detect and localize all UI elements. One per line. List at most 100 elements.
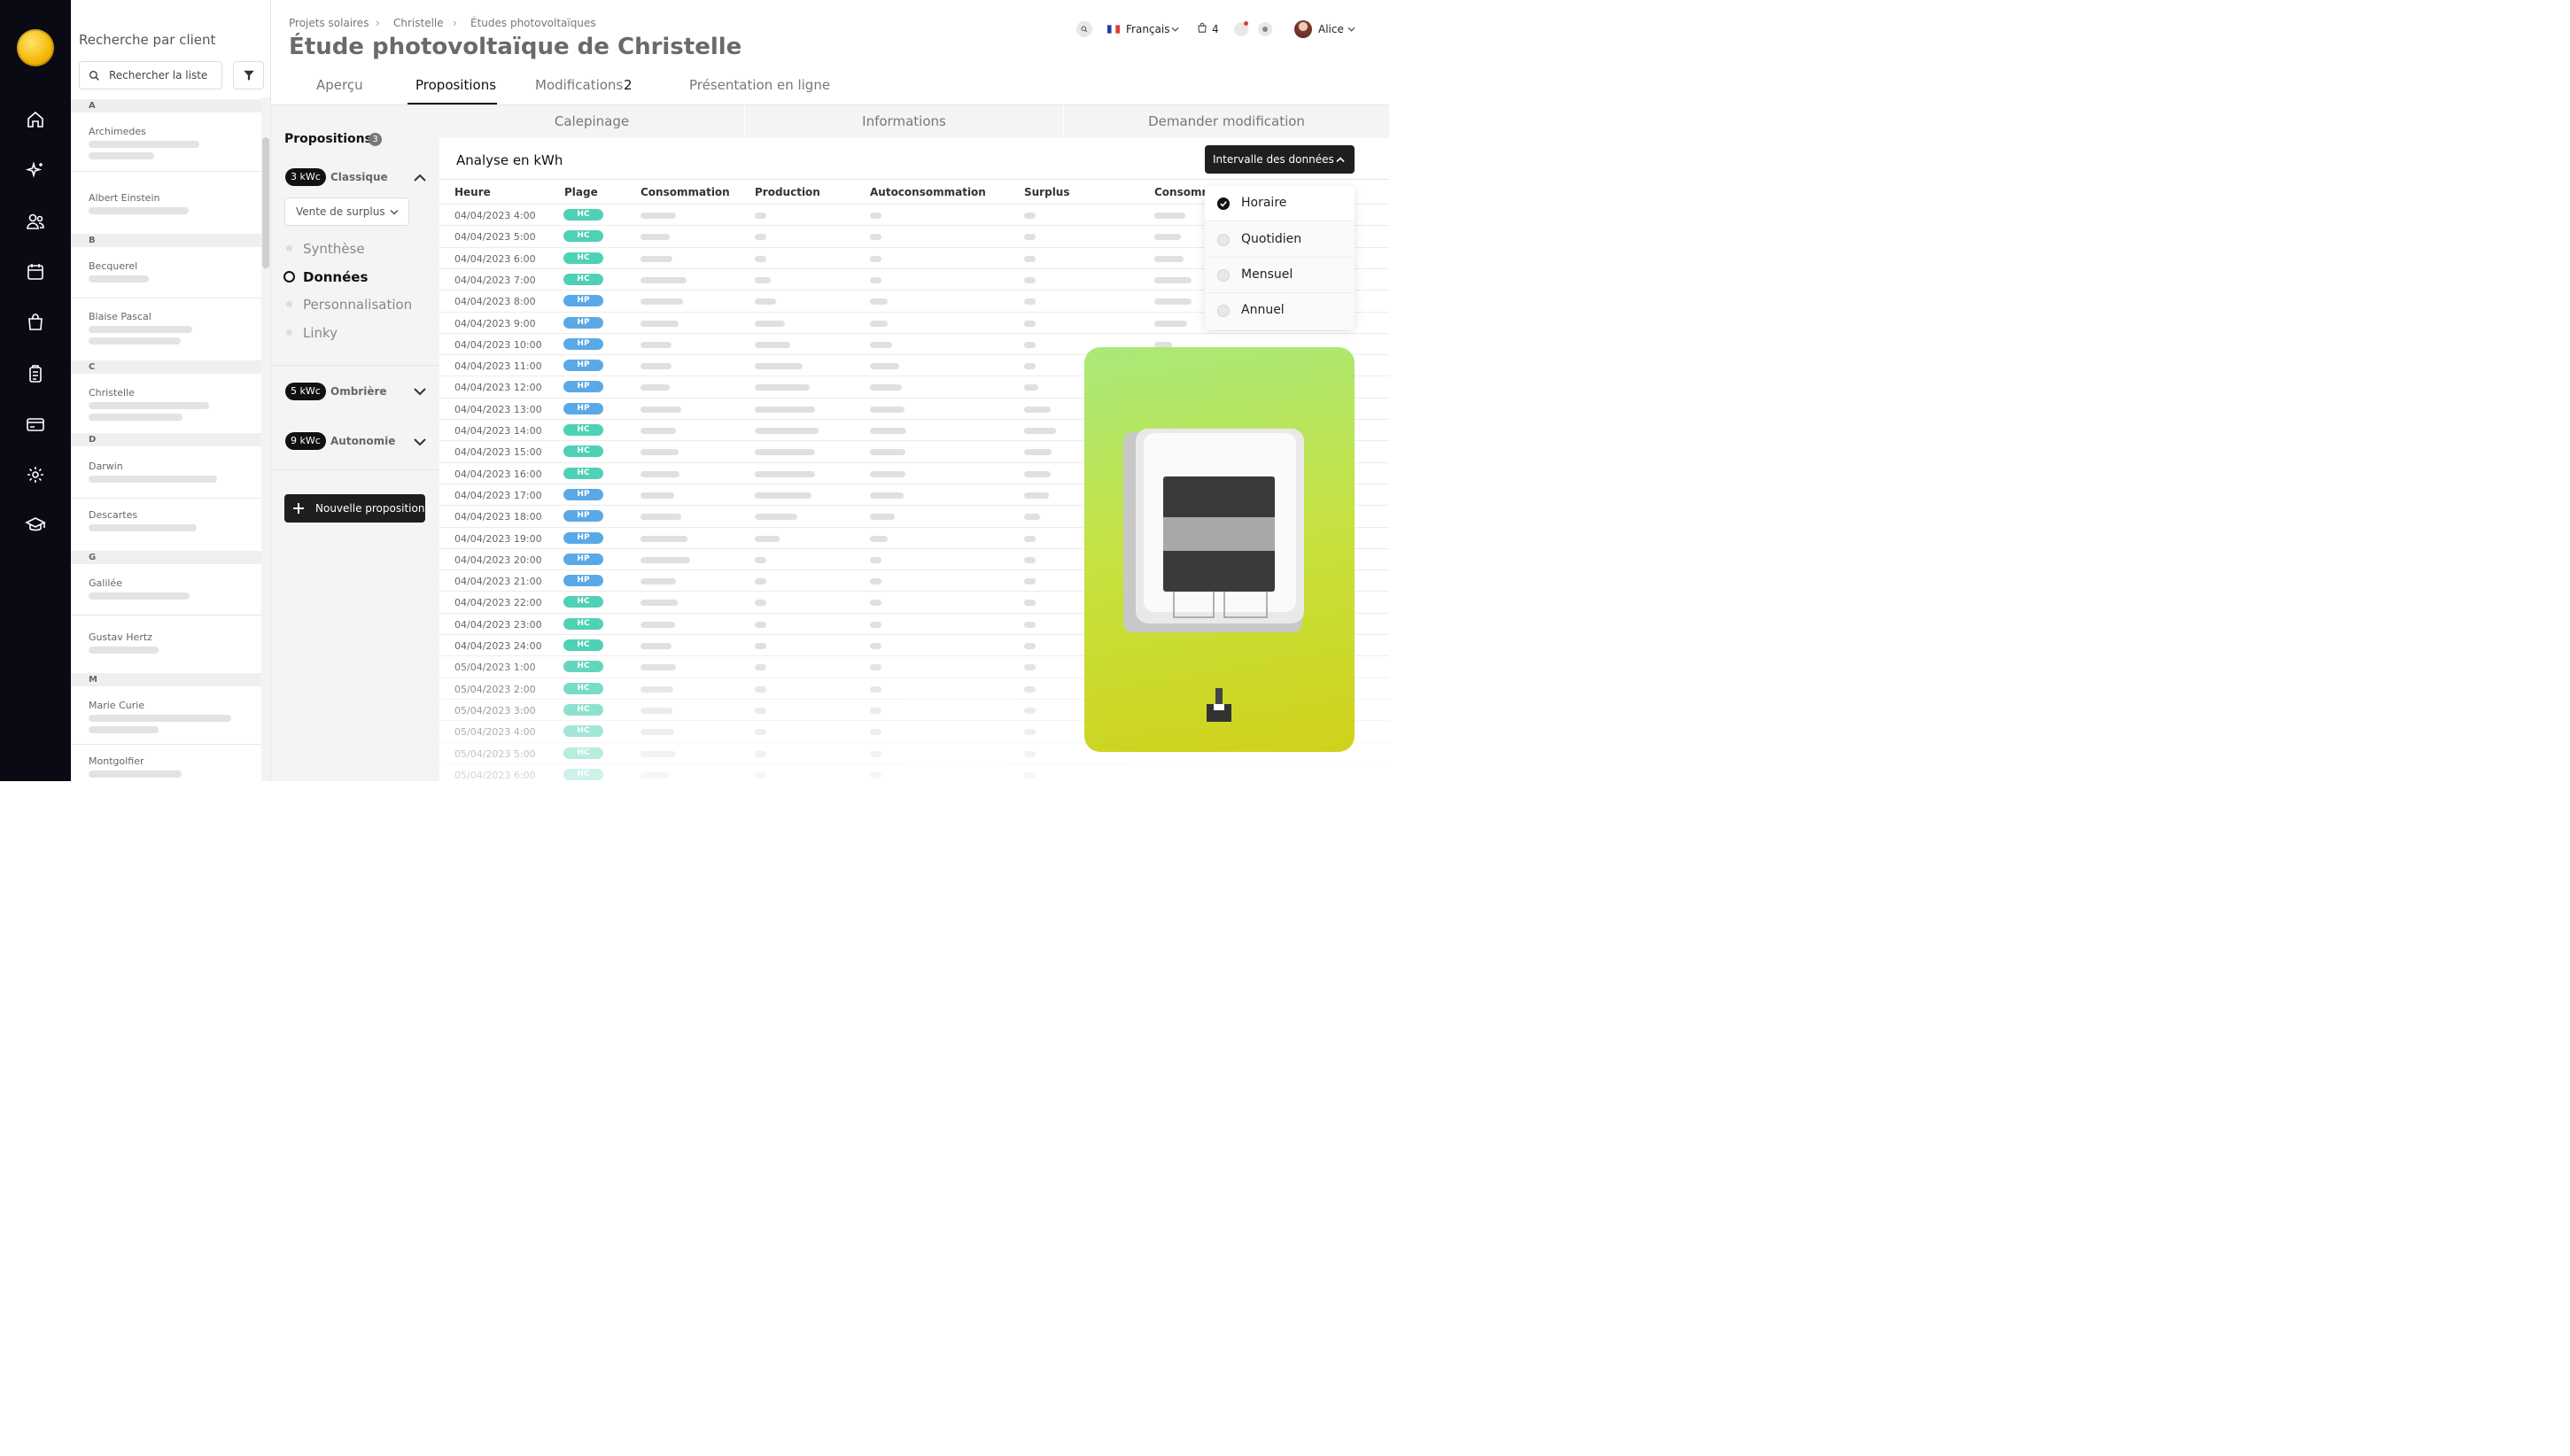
value-placeholder-bar <box>641 213 676 219</box>
subtab-informations[interactable]: Informations <box>745 105 1063 138</box>
breadcrumb-client[interactable]: Christelle <box>393 17 444 29</box>
value-placeholder-bar <box>755 406 815 413</box>
subtab-demander-modification[interactable]: Demander modification <box>1064 105 1389 138</box>
proposal-name[interactable]: Autonomie <box>330 435 395 447</box>
interval-option-quotidien[interactable]: Quotidien <box>1205 222 1355 258</box>
radio-checked-icon <box>1217 197 1230 210</box>
client-item[interactable]: Galilée <box>89 577 122 589</box>
chevron-down-icon[interactable] <box>413 435 427 449</box>
step-linky[interactable]: Linky <box>303 325 338 341</box>
client-item[interactable]: Becquerel <box>89 260 137 272</box>
breadcrumb-etudes[interactable]: Études photovoltaïques <box>470 17 596 29</box>
value-placeholder-bar <box>755 514 797 521</box>
value-placeholder-bar <box>1024 428 1056 434</box>
value-placeholder-bar <box>641 729 674 736</box>
placeholder-bar <box>89 715 231 722</box>
clipboard-icon[interactable] <box>25 363 46 384</box>
placeholder-bar <box>89 647 159 654</box>
value-placeholder-bar <box>641 664 676 671</box>
users-icon[interactable] <box>25 211 46 232</box>
chevron-up-icon[interactable] <box>413 171 427 185</box>
plage-badge: HP <box>563 295 603 307</box>
plage-badge: HP <box>563 531 603 544</box>
value-placeholder-bar <box>755 600 766 607</box>
client-item[interactable]: Descartes <box>89 509 137 521</box>
cart-icon[interactable] <box>1196 21 1208 35</box>
value-placeholder-bar <box>1024 255 1036 262</box>
column-header: Consommation <box>641 186 730 198</box>
value-placeholder-bar <box>870 514 895 521</box>
interval-dropdown-button[interactable]: Intervalle des données <box>1205 145 1355 174</box>
language-selector[interactable]: Français <box>1126 23 1169 35</box>
interval-option-mensuel[interactable]: Mensuel <box>1205 258 1355 293</box>
value-placeholder-bar <box>1024 406 1051 413</box>
tab-presentation[interactable]: Présentation en ligne <box>689 77 830 93</box>
interval-option-label: Horaire <box>1241 196 1287 210</box>
sale-mode-select[interactable]: Vente de surplus <box>284 197 409 226</box>
value-placeholder-bar <box>1024 535 1036 542</box>
value-placeholder-bar <box>1024 449 1052 456</box>
client-list-scrollbar[interactable] <box>261 97 270 781</box>
value-placeholder-bar <box>755 578 766 585</box>
tab-modifications[interactable]: Modifications <box>535 77 623 93</box>
client-item[interactable]: Montgolfier <box>89 755 144 767</box>
avatar[interactable] <box>1294 20 1312 38</box>
step-donnees[interactable]: Données <box>303 269 368 285</box>
interval-option-annuel[interactable]: Annuel <box>1205 293 1355 329</box>
tab-apercu[interactable]: Aperçu <box>316 77 363 93</box>
value-placeholder-bar <box>755 341 790 348</box>
placeholder-bar <box>89 592 190 600</box>
subtab-calepinage[interactable]: Calepinage <box>439 105 744 138</box>
column-header: Production <box>755 186 820 198</box>
value-placeholder-bar <box>755 492 811 499</box>
client-item[interactable]: Blaise Pascal <box>89 311 151 322</box>
row-timestamp: 04/04/2023 21:00 <box>454 576 542 588</box>
interval-option-horaire[interactable]: Horaire <box>1205 186 1355 221</box>
client-search-input[interactable]: Rechercher la liste <box>79 61 222 89</box>
proposal-name[interactable]: Ombrière <box>330 385 387 398</box>
info-dot <box>1262 27 1268 32</box>
settings-icon[interactable] <box>25 464 46 485</box>
row-timestamp: 05/04/2023 6:00 <box>454 769 536 781</box>
client-item[interactable]: Albert Einstein <box>89 192 159 204</box>
divider <box>271 469 439 470</box>
client-item[interactable]: Christelle <box>89 387 135 399</box>
chevron-down-icon[interactable] <box>413 384 427 399</box>
value-placeholder-bar <box>870 449 905 456</box>
row-timestamp: 04/04/2023 5:00 <box>454 231 536 244</box>
notifications-icon[interactable] <box>1234 21 1248 36</box>
home-icon[interactable] <box>25 109 46 130</box>
sale-mode-value: Vente de surplus <box>296 205 385 218</box>
step-personnalisation[interactable]: Personnalisation <box>303 297 412 313</box>
client-item[interactable]: Gustav Hertz <box>89 631 152 643</box>
group-letter: C <box>71 360 261 374</box>
client-item[interactable]: Darwin <box>89 461 123 472</box>
tab-propositions[interactable]: Propositions <box>415 77 496 93</box>
placeholder-bar <box>89 726 159 733</box>
info-icon[interactable] <box>1258 22 1272 36</box>
user-name[interactable]: Alice <box>1318 23 1344 35</box>
row-timestamp: 04/04/2023 15:00 <box>454 446 542 459</box>
new-proposal-button[interactable]: Nouvelle proposition <box>284 494 425 523</box>
value-placeholder-bar <box>870 556 881 563</box>
search-button[interactable] <box>1076 21 1092 37</box>
calendar-icon[interactable] <box>25 261 46 283</box>
graduation-cap-icon[interactable] <box>25 515 46 536</box>
credit-card-icon[interactable] <box>25 414 46 435</box>
row-timestamp: 04/04/2023 11:00 <box>454 360 542 373</box>
scrollbar-thumb[interactable] <box>262 137 269 268</box>
client-item[interactable]: Marie Curie <box>89 700 144 711</box>
placeholder-bar <box>89 275 149 283</box>
breadcrumb-projets[interactable]: Projets solaires <box>289 17 369 29</box>
proposal-name[interactable]: Classique <box>330 171 388 183</box>
sparkles-icon[interactable] <box>25 160 46 182</box>
value-placeholder-bar <box>1024 341 1036 348</box>
row-timestamp: 04/04/2023 4:00 <box>454 210 536 221</box>
value-placeholder-bar <box>755 556 766 563</box>
step-synthese[interactable]: Synthèse <box>303 241 365 257</box>
shopping-bag-icon[interactable] <box>25 312 46 333</box>
plage-badge: HP <box>563 510 603 523</box>
logo[interactable] <box>17 29 54 66</box>
client-item[interactable]: Archimedes <box>89 126 146 137</box>
filter-button[interactable] <box>233 61 264 89</box>
